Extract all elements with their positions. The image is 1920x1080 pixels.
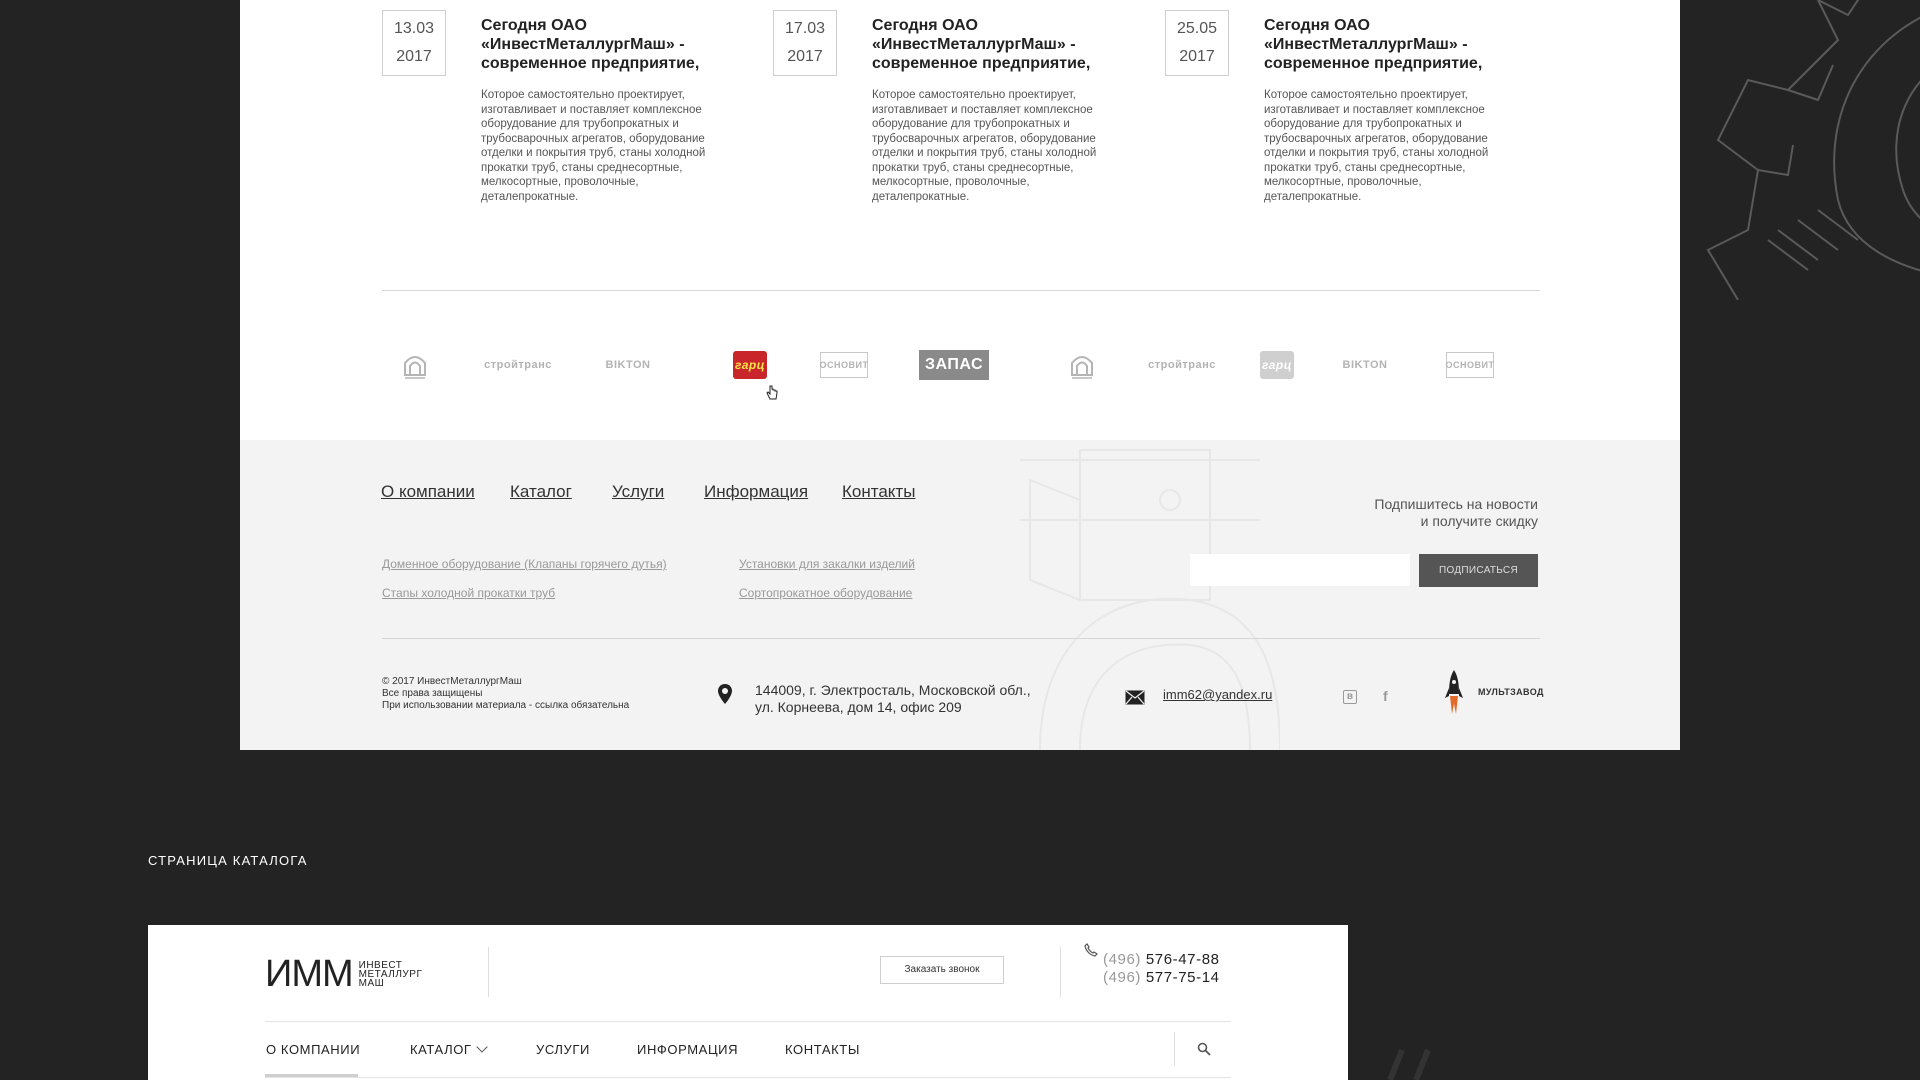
nav-catalog[interactable]: КАТАЛОГ: [410, 1041, 488, 1057]
machine-drawing-decoration: [1020, 449, 1280, 750]
news-title[interactable]: Сегодня ОАО «ИнвестМеталлургМаш» - совре…: [872, 16, 1112, 73]
footer-link-hardening[interactable]: Установки для закалки изделий: [739, 557, 915, 571]
partner-logo-garc[interactable]: гарц: [733, 351, 767, 379]
partner-logo-osnovit[interactable]: ОСНОВИТ: [820, 352, 868, 378]
nav-services[interactable]: УСЛУГИ: [536, 1042, 590, 1057]
section-title: СТРАНИЦА КАТАЛОГА: [148, 853, 308, 868]
news-date: 25.05 2017: [1165, 10, 1229, 76]
footer-nav-contacts[interactable]: Контакты: [842, 482, 915, 502]
nav-contacts[interactable]: КОНТАКТЫ: [785, 1042, 860, 1057]
nav-information[interactable]: ИНФОРМАЦИЯ: [637, 1042, 738, 1057]
footer-nav-catalog[interactable]: Каталог: [510, 482, 572, 502]
partner-logo-zapas[interactable]: ЗАПАС: [919, 350, 989, 380]
footer-nav-about[interactable]: О компании: [381, 482, 475, 502]
divider: [265, 1077, 1231, 1078]
chevron-down-icon: [475, 1041, 488, 1053]
copyright: © 2017 ИнвестМеталлургМаш Все права защи…: [382, 676, 630, 711]
partner-logo-bikton[interactable]: BIKTON: [599, 345, 657, 385]
partner-logo-arch-icon[interactable]: [402, 351, 428, 383]
subscribe-text: Подпишитесь на новости и получите скидку: [1374, 496, 1538, 529]
partner-logo-garc[interactable]: гарц: [1260, 351, 1294, 379]
partner-logo-stroytrans[interactable]: стройтранс: [484, 345, 551, 385]
partner-logo-stroytrans[interactable]: стройтранс: [1148, 345, 1215, 385]
decorative-mark: [1387, 1048, 1431, 1080]
news-title[interactable]: Сегодня ОАО «ИнвестМеталлургМаш» - совре…: [1264, 16, 1504, 73]
partner-logo-osnovit[interactable]: ОСНОВИТ: [1446, 352, 1494, 378]
divider: [1174, 1032, 1175, 1066]
envelope-icon: [1125, 690, 1145, 705]
search-icon[interactable]: [1196, 1041, 1212, 1057]
footer-nav-services[interactable]: Услуги: [612, 482, 664, 502]
catalog-page-preview: ИММ ИНВЕСТ МЕТАЛЛУРГ МАШ Заказать звонок…: [148, 925, 1348, 1080]
developer-logo[interactable]: МУЛЬТЗАВОД: [1478, 687, 1544, 697]
subscribe-button[interactable]: ПОДПИСАТЬСЯ: [1419, 554, 1538, 587]
facebook-icon[interactable]: f: [1383, 688, 1388, 704]
nav-about[interactable]: О КОМПАНИИ: [266, 1042, 360, 1057]
footer-nav-information[interactable]: Информация: [704, 482, 808, 502]
divider: [1060, 947, 1061, 997]
news-date: 17.03 2017: [773, 10, 837, 76]
gear-decoration: [1706, 0, 1920, 300]
site-logo[interactable]: ИММ ИНВЕСТ МЕТАЛЛУРГ МАШ: [265, 955, 422, 993]
divider: [382, 638, 1540, 639]
footer-link-section-rolling[interactable]: Сортопрокатное оборудование: [739, 586, 912, 600]
rocket-icon: [1445, 670, 1463, 714]
divider: [488, 947, 489, 997]
partner-logos: стройтранс BIKTON гарц ОСНОВИТ ЗАПАС стр…: [382, 345, 1540, 389]
news-title[interactable]: Сегодня ОАО «ИнвестМеталлургМаш» - совре…: [481, 16, 721, 73]
partner-logo-bikton[interactable]: BIKTON: [1336, 345, 1394, 385]
news-date: 13.03 2017: [382, 10, 446, 76]
divider: [382, 290, 1540, 291]
address: 144009, г. Электросталь, Московской обл.…: [755, 682, 1031, 715]
hand-cursor-icon: [766, 385, 778, 400]
news-text: Которое самостоятельно проектирует, изго…: [1264, 89, 1489, 203]
divider: [265, 1021, 1231, 1022]
subscribe-email-input[interactable]: [1190, 554, 1410, 586]
news-text: Которое самостоятельно проектирует, изго…: [481, 89, 706, 203]
phone-numbers[interactable]: (496) 576-47-88 (496) 577-75-14: [1103, 951, 1220, 987]
phone-icon: [1084, 943, 1098, 957]
location-pin-icon: [718, 684, 732, 704]
footer-link-blast-furnace[interactable]: Доменное оборудование (Клапаны горячего …: [382, 557, 667, 571]
content-card: 13.03 2017 Сегодня ОАО «ИнвестМеталлургМа…: [240, 0, 1680, 440]
callback-button[interactable]: Заказать звонок: [880, 956, 1004, 984]
footer-link-cold-rolling[interactable]: Стаnы холодной прокатки труб: [382, 586, 555, 600]
email-link[interactable]: imm62@yandex.ru: [1163, 687, 1272, 702]
footer: О компании Каталог Услуги Информация Кон…: [240, 440, 1680, 750]
partner-logo-arch-icon[interactable]: [1069, 351, 1095, 383]
news-text: Которое самостоятельно проектирует, изго…: [872, 89, 1097, 203]
vk-icon[interactable]: в: [1343, 690, 1357, 704]
